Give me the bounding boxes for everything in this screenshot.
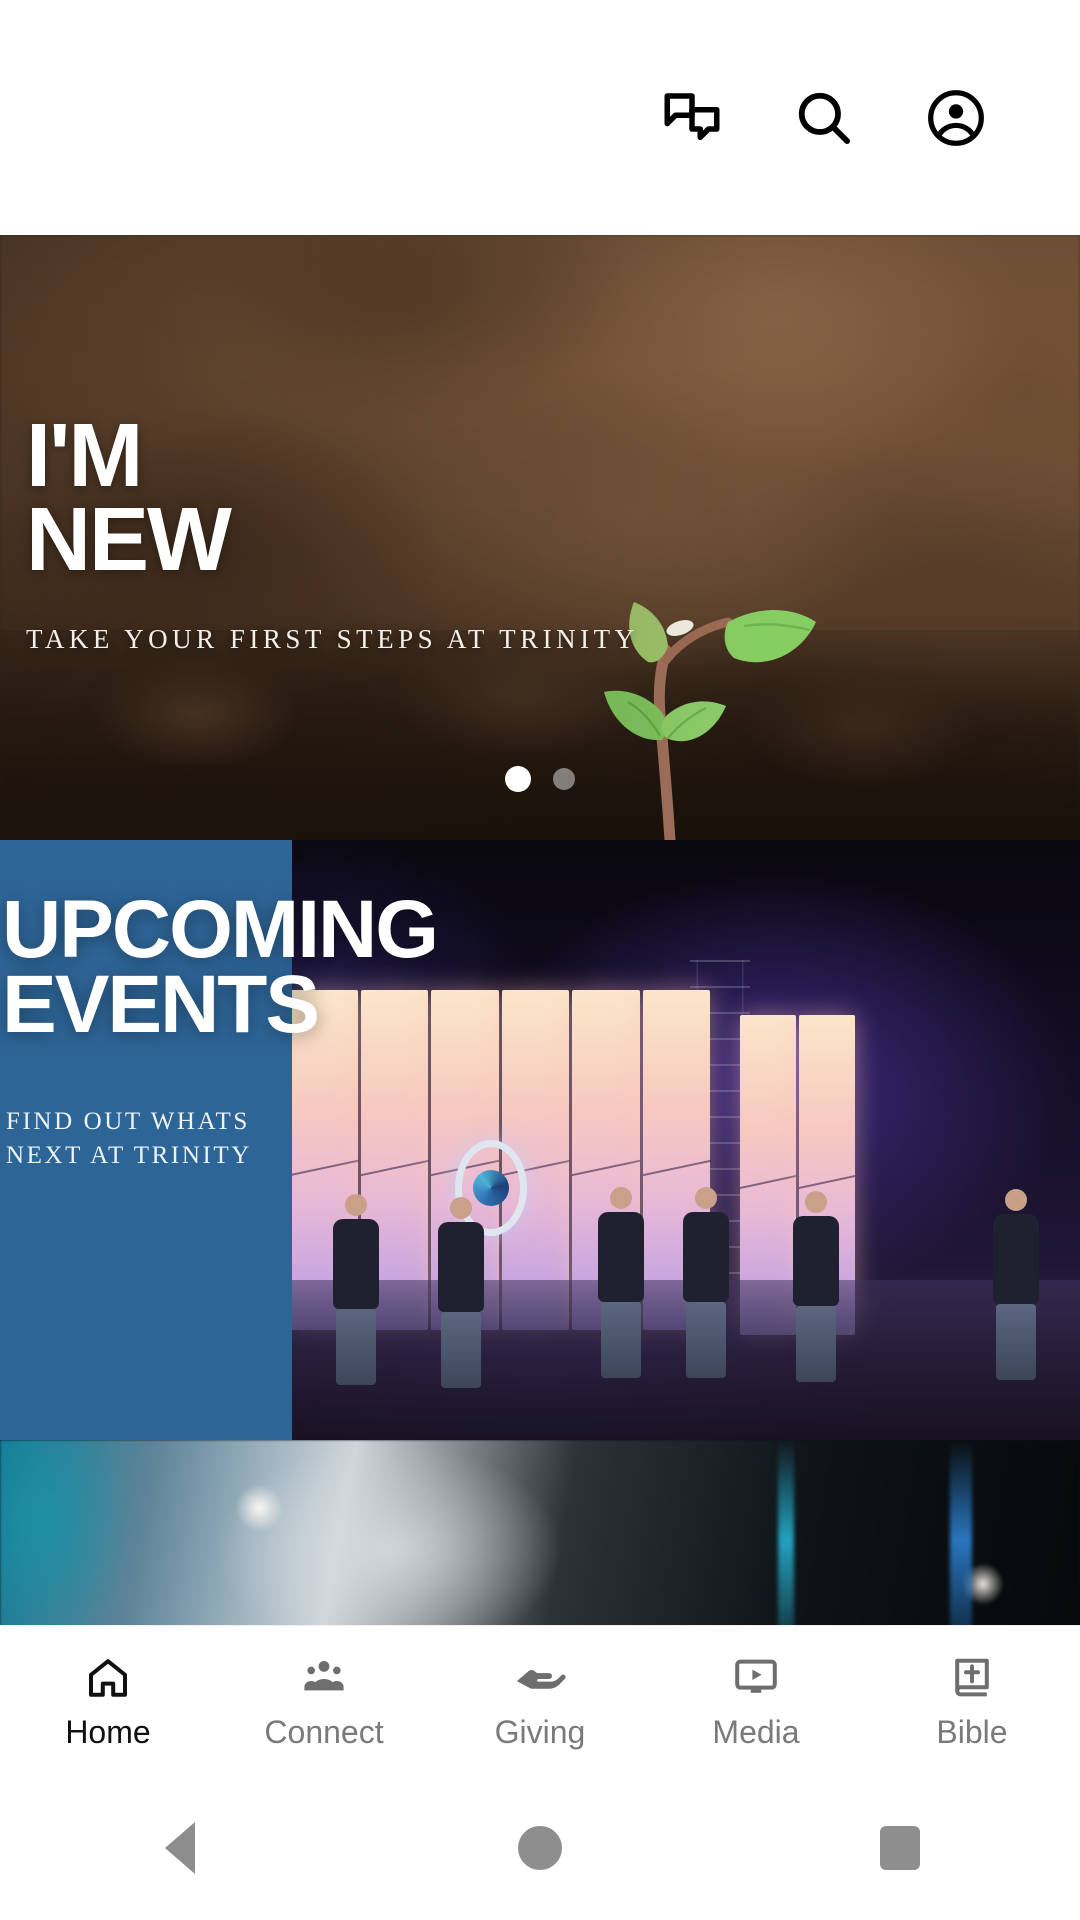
events-text-block: UPCOMING EVENTS FIND OUT WHATS NEXT AT T… [2,884,642,1173]
tab-bible[interactable]: Bible [864,1626,1080,1776]
media-background-image [0,1440,1080,1625]
light-streak [777,1440,794,1625]
tab-label-giving: Giving [494,1713,586,1750]
messages-button[interactable] [626,52,758,184]
tab-home[interactable]: Home [0,1626,216,1776]
worship-figure [990,1189,1042,1380]
square-recents-icon [880,1825,920,1870]
light-streak [950,1440,973,1625]
worship-figure [790,1191,842,1382]
carousel-dot-1[interactable] [505,766,531,792]
hand-heart-icon [513,1654,567,1702]
android-system-navigation [0,1775,1080,1920]
worship-figure [680,1187,732,1378]
account-button[interactable] [890,52,1022,184]
triangle-back-icon [165,1821,195,1874]
upcoming-events-card[interactable]: UPCOMING EVENTS FIND OUT WHATS NEXT AT T… [0,840,1080,1440]
app-bar-actions [626,52,1022,184]
chat-bubbles-icon [659,85,725,151]
tab-label-bible: Bible [936,1713,1008,1750]
bottom-navigation-bar: Home Connect Giving Media Bible [0,1625,1080,1775]
tab-label-connect: Connect [264,1713,384,1750]
circle-home-icon [518,1825,562,1870]
home-icon [84,1654,132,1702]
tab-giving[interactable]: Giving [432,1626,648,1776]
carousel-dot-2[interactable] [553,768,575,790]
tv-play-icon [731,1654,781,1702]
worship-figure [435,1197,487,1388]
people-icon [300,1654,348,1702]
hero-title-line1: I'M [26,406,143,506]
scroll-content[interactable]: I'M NEW TAKE YOUR FIRST STEPS AT TRINITY [0,235,1080,1625]
hero-text-block: I'M NEW TAKE YOUR FIRST STEPS AT TRINITY [26,406,639,655]
events-subtitle-line2: NEXT AT TRINITY [6,1141,252,1169]
system-back-button[interactable] [80,1775,280,1920]
system-recents-button[interactable] [800,1775,1000,1920]
worship-figure [330,1194,382,1385]
events-subtitle: FIND OUT WHATS NEXT AT TRINITY [6,1105,286,1173]
tab-label-media: Media [712,1713,800,1750]
events-subtitle-line1: FIND OUT WHATS [6,1107,250,1135]
events-title-line1: UPCOMING [2,884,439,975]
media-card[interactable] [0,1440,1080,1625]
search-button[interactable] [758,52,890,184]
system-home-button[interactable] [440,1775,640,1920]
worship-figure [595,1187,647,1378]
top-app-bar [0,0,1080,235]
search-icon [791,85,857,151]
account-circle-icon [923,85,989,151]
tab-connect[interactable]: Connect [216,1626,432,1776]
carousel-dots [0,766,1080,792]
hero-carousel-slide[interactable]: I'M NEW TAKE YOUR FIRST STEPS AT TRINITY [0,235,1080,840]
app-screen: I'M NEW TAKE YOUR FIRST STEPS AT TRINITY [0,0,1080,1920]
tab-label-home: Home [65,1713,151,1750]
events-title-line2: EVENTS [2,959,320,1051]
tab-media[interactable]: Media [648,1626,864,1776]
hero-title-line2: NEW [26,489,232,590]
hero-subtitle: TAKE YOUR FIRST STEPS AT TRINITY [26,624,639,655]
bible-book-icon [948,1654,996,1702]
